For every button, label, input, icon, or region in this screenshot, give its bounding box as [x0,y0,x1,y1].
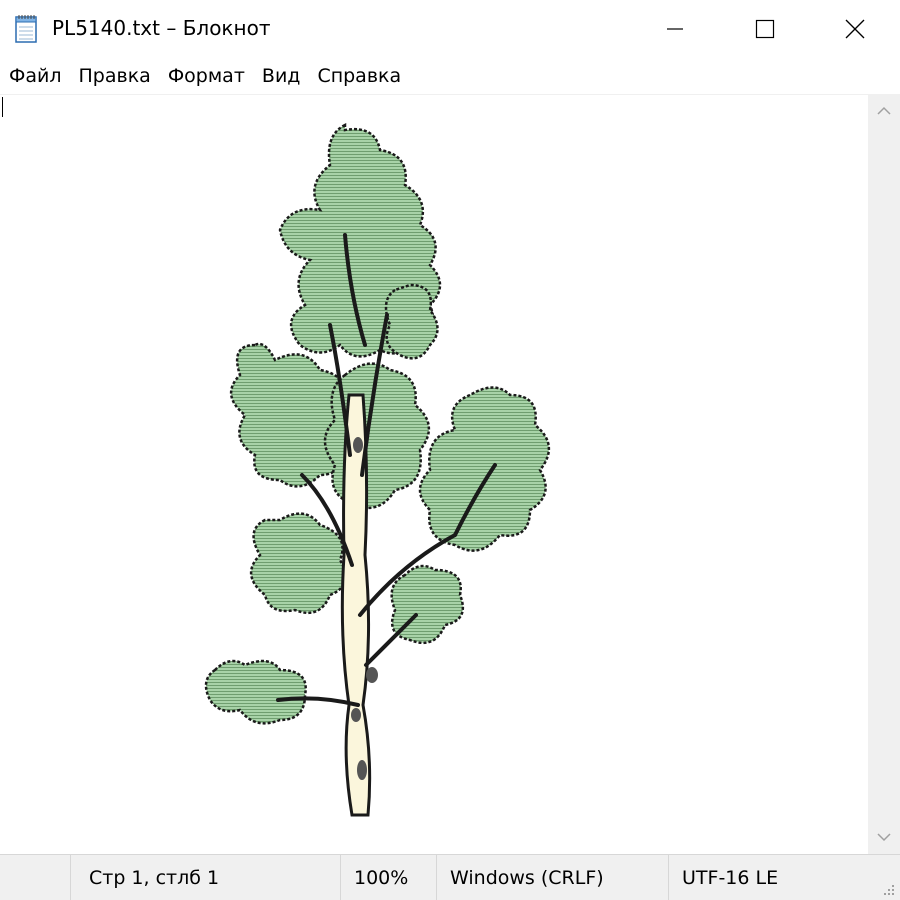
status-zoom: 100% [340,855,436,900]
maximize-icon [755,19,775,39]
chevron-up-icon [877,106,891,115]
menu-help[interactable]: Справка [308,65,409,87]
resize-grip-icon[interactable] [880,881,896,897]
menu-bar: Файл Правка Формат Вид Справка [0,58,900,94]
notepad-window: PL5140.txt – Блокнот Файл Правка Формат … [0,0,900,900]
menu-format[interactable]: Формат [159,65,253,87]
notepad-icon [15,15,37,43]
text-editor-area[interactable] [0,94,868,855]
menu-edit[interactable]: Правка [70,65,159,87]
menu-file[interactable]: Файл [0,65,70,87]
scroll-down-button[interactable] [868,820,900,854]
vertical-scrollbar[interactable] [868,94,900,854]
menu-view[interactable]: Вид [253,65,309,87]
close-button[interactable] [810,0,900,58]
maximize-button[interactable] [720,0,810,58]
minimize-button[interactable] [630,0,720,58]
status-cursor-position: Стр 1, стлб 1 [70,855,340,900]
window-title: PL5140.txt – Блокнот [52,16,271,40]
tree-ascii-art [204,122,550,817]
status-bar: Стр 1, стлб 1 100% Windows (CRLF) UTF-16… [0,854,900,900]
title-bar[interactable]: PL5140.txt – Блокнот [0,0,900,58]
status-encoding: UTF-16 LE [668,855,900,900]
chevron-down-icon [877,833,891,842]
scroll-up-button[interactable] [868,94,900,128]
close-icon [845,19,865,39]
minimize-icon [667,28,683,30]
status-line-endings: Windows (CRLF) [436,855,668,900]
